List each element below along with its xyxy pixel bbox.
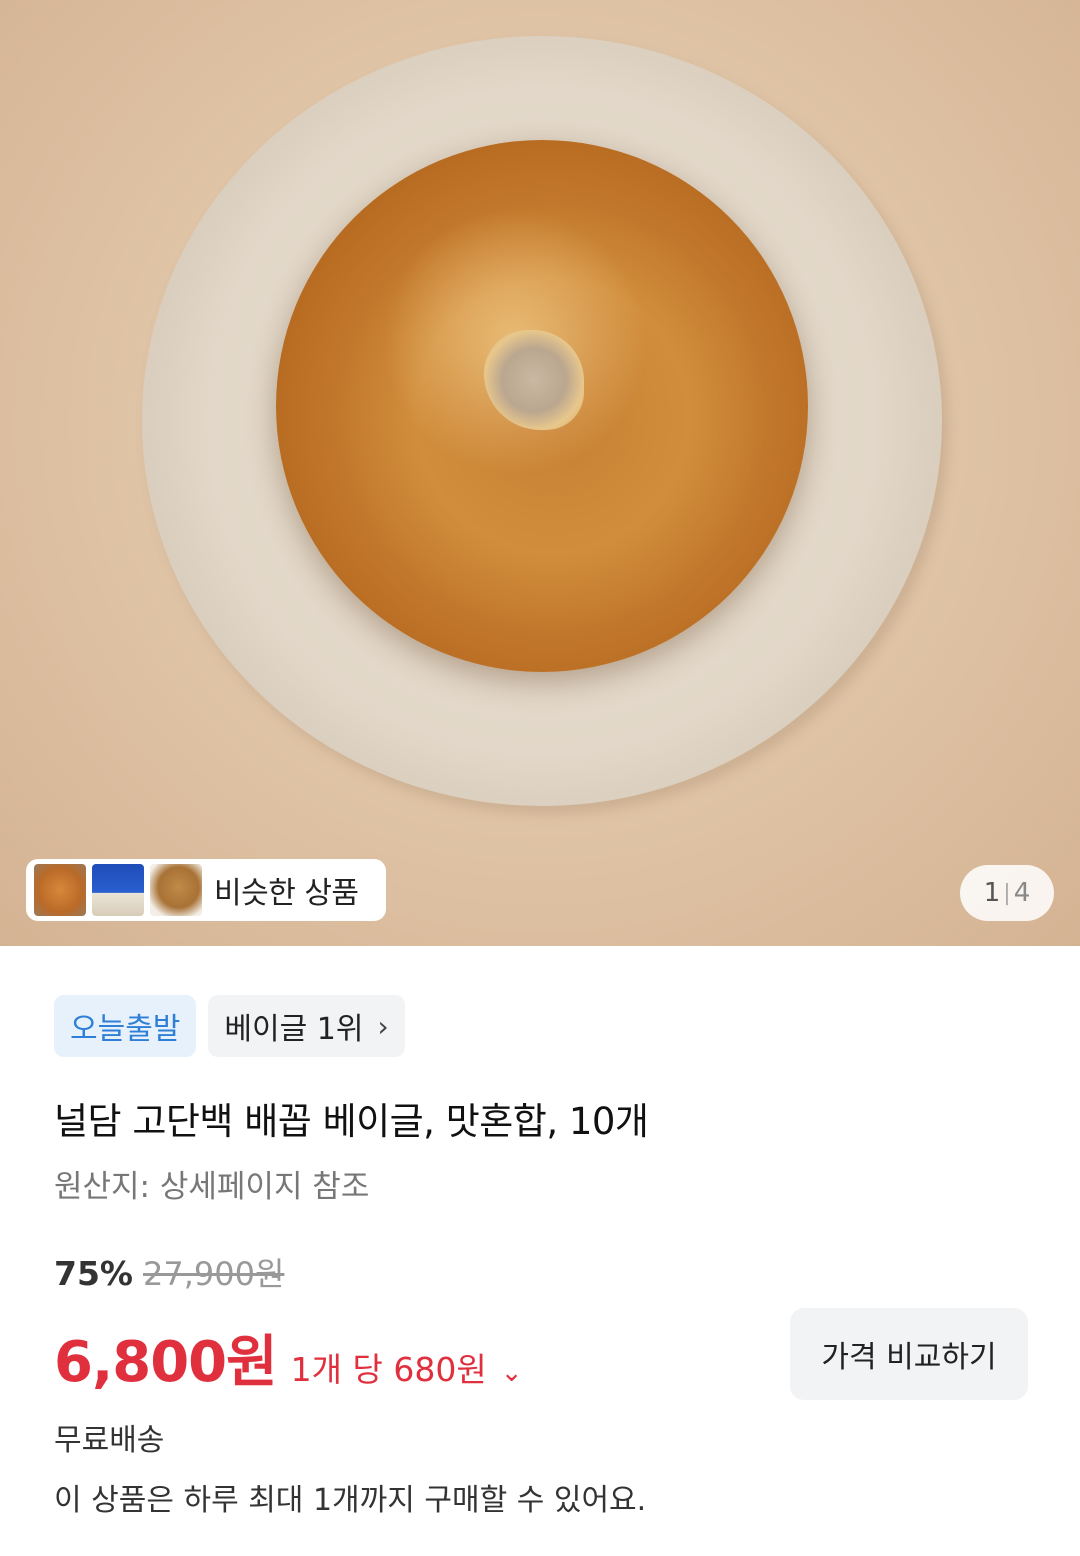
similar-product-thumbnail	[34, 864, 86, 916]
page-total: 4	[1013, 878, 1031, 908]
purchase-limit-notice: 이 상품은 하루 최대 1개까지 구매할 수 있어요.	[54, 1483, 647, 1518]
origin-info: 원산지: 상세페이지 참조	[54, 1169, 370, 1205]
similar-product-thumbnail	[150, 864, 202, 916]
page-separator: |	[1003, 880, 1011, 906]
similar-product-thumbnail	[92, 864, 144, 916]
price-row: 6,800원 1개 당 680원 ⌄	[54, 1317, 523, 1398]
price-compare-label: 가격 비교하기	[821, 1340, 997, 1375]
today-shipping-badge: 오늘출발	[54, 995, 197, 1057]
price-compare-button[interactable]: 가격 비교하기	[790, 1308, 1028, 1400]
product-title: 널담 고단백 배꼽 베이글, 맛혼합, 10개	[54, 1100, 649, 1143]
category-rank-label: 베이글 1위	[224, 1012, 364, 1047]
chevron-down-icon[interactable]: ⌄	[501, 1358, 523, 1388]
sale-price: 6,800원	[54, 1330, 278, 1395]
image-page-indicator: 1 | 4	[960, 865, 1054, 921]
badge-row: 오늘출발 베이글 1위 ›	[54, 995, 1026, 1057]
unit-price[interactable]: 1개 당 680원	[291, 1343, 487, 1391]
discount-row: 75% 27,900원	[54, 1249, 284, 1295]
today-shipping-label: 오늘출발	[70, 1012, 181, 1047]
original-price: 27,900원	[143, 1255, 285, 1293]
shipping-info: 무료배송	[54, 1423, 165, 1458]
product-image-gallery[interactable]: 비슷한 상품 1 | 4	[0, 0, 1080, 946]
discount-rate: 75%	[54, 1254, 133, 1293]
page-current: 1	[983, 878, 1001, 908]
chevron-right-icon: ›	[377, 1009, 389, 1043]
product-info: 오늘출발 베이글 1위 › 널담 고단백 배꼽 베이글, 맛혼합, 10개 원산…	[54, 995, 1028, 1518]
similar-products-button[interactable]: 비슷한 상품	[26, 859, 386, 921]
category-rank-badge[interactable]: 베이글 1위 ›	[208, 995, 405, 1057]
similar-products-label: 비슷한 상품	[214, 876, 359, 911]
